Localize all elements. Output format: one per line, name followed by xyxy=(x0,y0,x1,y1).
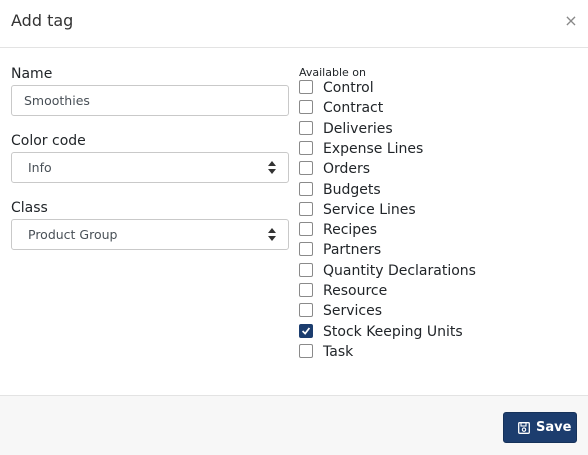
add-tag-dialog: Add tag × Name Color code Info Class Pro… xyxy=(0,0,588,455)
checkbox[interactable] xyxy=(299,242,313,256)
floppy-disk-icon xyxy=(518,422,530,434)
checkbox[interactable] xyxy=(299,141,313,155)
checkbox[interactable] xyxy=(299,161,313,175)
color-code-label: Color code xyxy=(11,133,86,149)
checkbox[interactable] xyxy=(299,100,313,114)
checkbox[interactable] xyxy=(299,303,313,317)
available-on-item-label: Orders xyxy=(323,161,371,177)
check-icon xyxy=(301,327,311,335)
checkbox[interactable] xyxy=(299,283,313,297)
class-value: Product Group xyxy=(28,227,118,242)
available-on-item-label: Task xyxy=(323,344,354,360)
save-label: Save xyxy=(536,420,572,435)
available-on-item[interactable]: Recipes xyxy=(299,221,559,241)
checkbox[interactable] xyxy=(299,182,313,196)
available-on-item[interactable]: Orders xyxy=(299,160,559,180)
checkbox-checked[interactable] xyxy=(299,324,313,338)
checkbox[interactable] xyxy=(299,344,313,358)
available-on-item[interactable]: Expense Lines xyxy=(299,140,559,160)
dialog-title: Add tag xyxy=(11,11,74,30)
save-button[interactable]: Save xyxy=(503,412,577,443)
name-label: Name xyxy=(11,66,53,82)
dialog-header: Add tag × xyxy=(0,0,588,48)
available-on-item[interactable]: Stock Keeping Units xyxy=(299,323,559,343)
checkbox[interactable] xyxy=(299,263,313,277)
available-on-item-label: Control xyxy=(323,80,374,96)
available-on-item-label: Deliveries xyxy=(323,121,393,137)
available-on-item[interactable]: Resource xyxy=(299,282,559,302)
dialog-footer xyxy=(0,395,588,455)
available-on-item-label: Stock Keeping Units xyxy=(323,324,463,340)
available-on-item[interactable]: Budgets xyxy=(299,181,559,201)
available-on-item[interactable]: Service Lines xyxy=(299,201,559,221)
checkbox[interactable] xyxy=(299,121,313,135)
close-icon[interactable]: × xyxy=(564,11,578,31)
checkbox[interactable] xyxy=(299,202,313,216)
available-on-item[interactable]: Partners xyxy=(299,241,559,261)
name-input[interactable] xyxy=(11,85,289,116)
available-on-item-label: Contract xyxy=(323,100,384,116)
available-on-item[interactable]: Control xyxy=(299,79,559,99)
color-code-value: Info xyxy=(28,160,52,175)
color-code-select[interactable]: Info xyxy=(11,152,289,183)
available-on-item-label: Budgets xyxy=(323,182,381,198)
available-on-item-label: Resource xyxy=(323,283,388,299)
available-on-item[interactable]: Task xyxy=(299,343,559,363)
available-on-item[interactable]: Deliveries xyxy=(299,120,559,140)
available-on-item-label: Service Lines xyxy=(323,202,416,218)
sort-arrows-icon xyxy=(268,161,276,174)
available-on-item-label: Services xyxy=(323,303,383,319)
available-on-item-label: Expense Lines xyxy=(323,141,424,157)
checkbox[interactable] xyxy=(299,222,313,236)
sort-arrows-icon xyxy=(268,228,276,241)
available-on-item-label: Recipes xyxy=(323,222,378,238)
available-on-item-label: Quantity Declarations xyxy=(323,263,476,279)
available-on-item[interactable]: Services xyxy=(299,302,559,322)
class-label: Class xyxy=(11,200,48,216)
available-on-item-label: Partners xyxy=(323,242,382,258)
available-on-item[interactable]: Contract xyxy=(299,99,559,119)
checkbox[interactable] xyxy=(299,80,313,94)
available-on-item[interactable]: Quantity Declarations xyxy=(299,262,559,282)
available-on-label: Available on xyxy=(299,66,366,79)
class-select[interactable]: Product Group xyxy=(11,219,289,250)
